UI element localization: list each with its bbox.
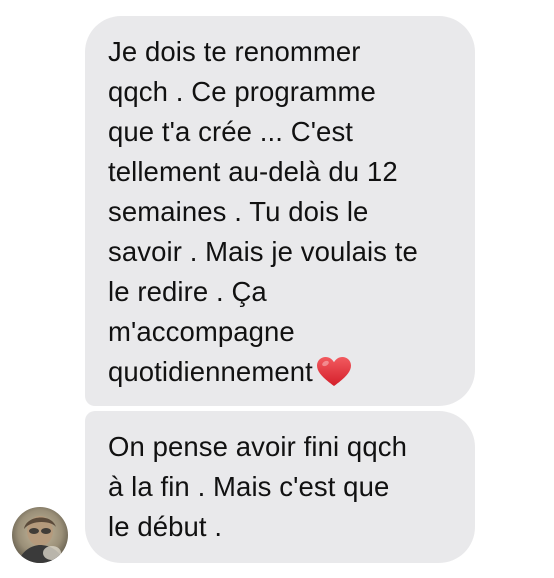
message-thread: Je dois te renommer qqch . Ce programme … — [0, 0, 554, 578]
red-heart-icon — [316, 357, 351, 386]
message-text: Je dois te renommer qqch . Ce programme … — [108, 36, 418, 387]
avatar-photo — [12, 507, 68, 563]
message-text: On pense avoir fini qqch à la fin . Mais… — [108, 431, 407, 542]
avatar[interactable] — [12, 507, 68, 563]
message-bubble[interactable]: Je dois te renommer qqch . Ce programme … — [85, 16, 475, 406]
message-bubble[interactable]: On pense avoir fini qqch à la fin . Mais… — [85, 411, 475, 563]
